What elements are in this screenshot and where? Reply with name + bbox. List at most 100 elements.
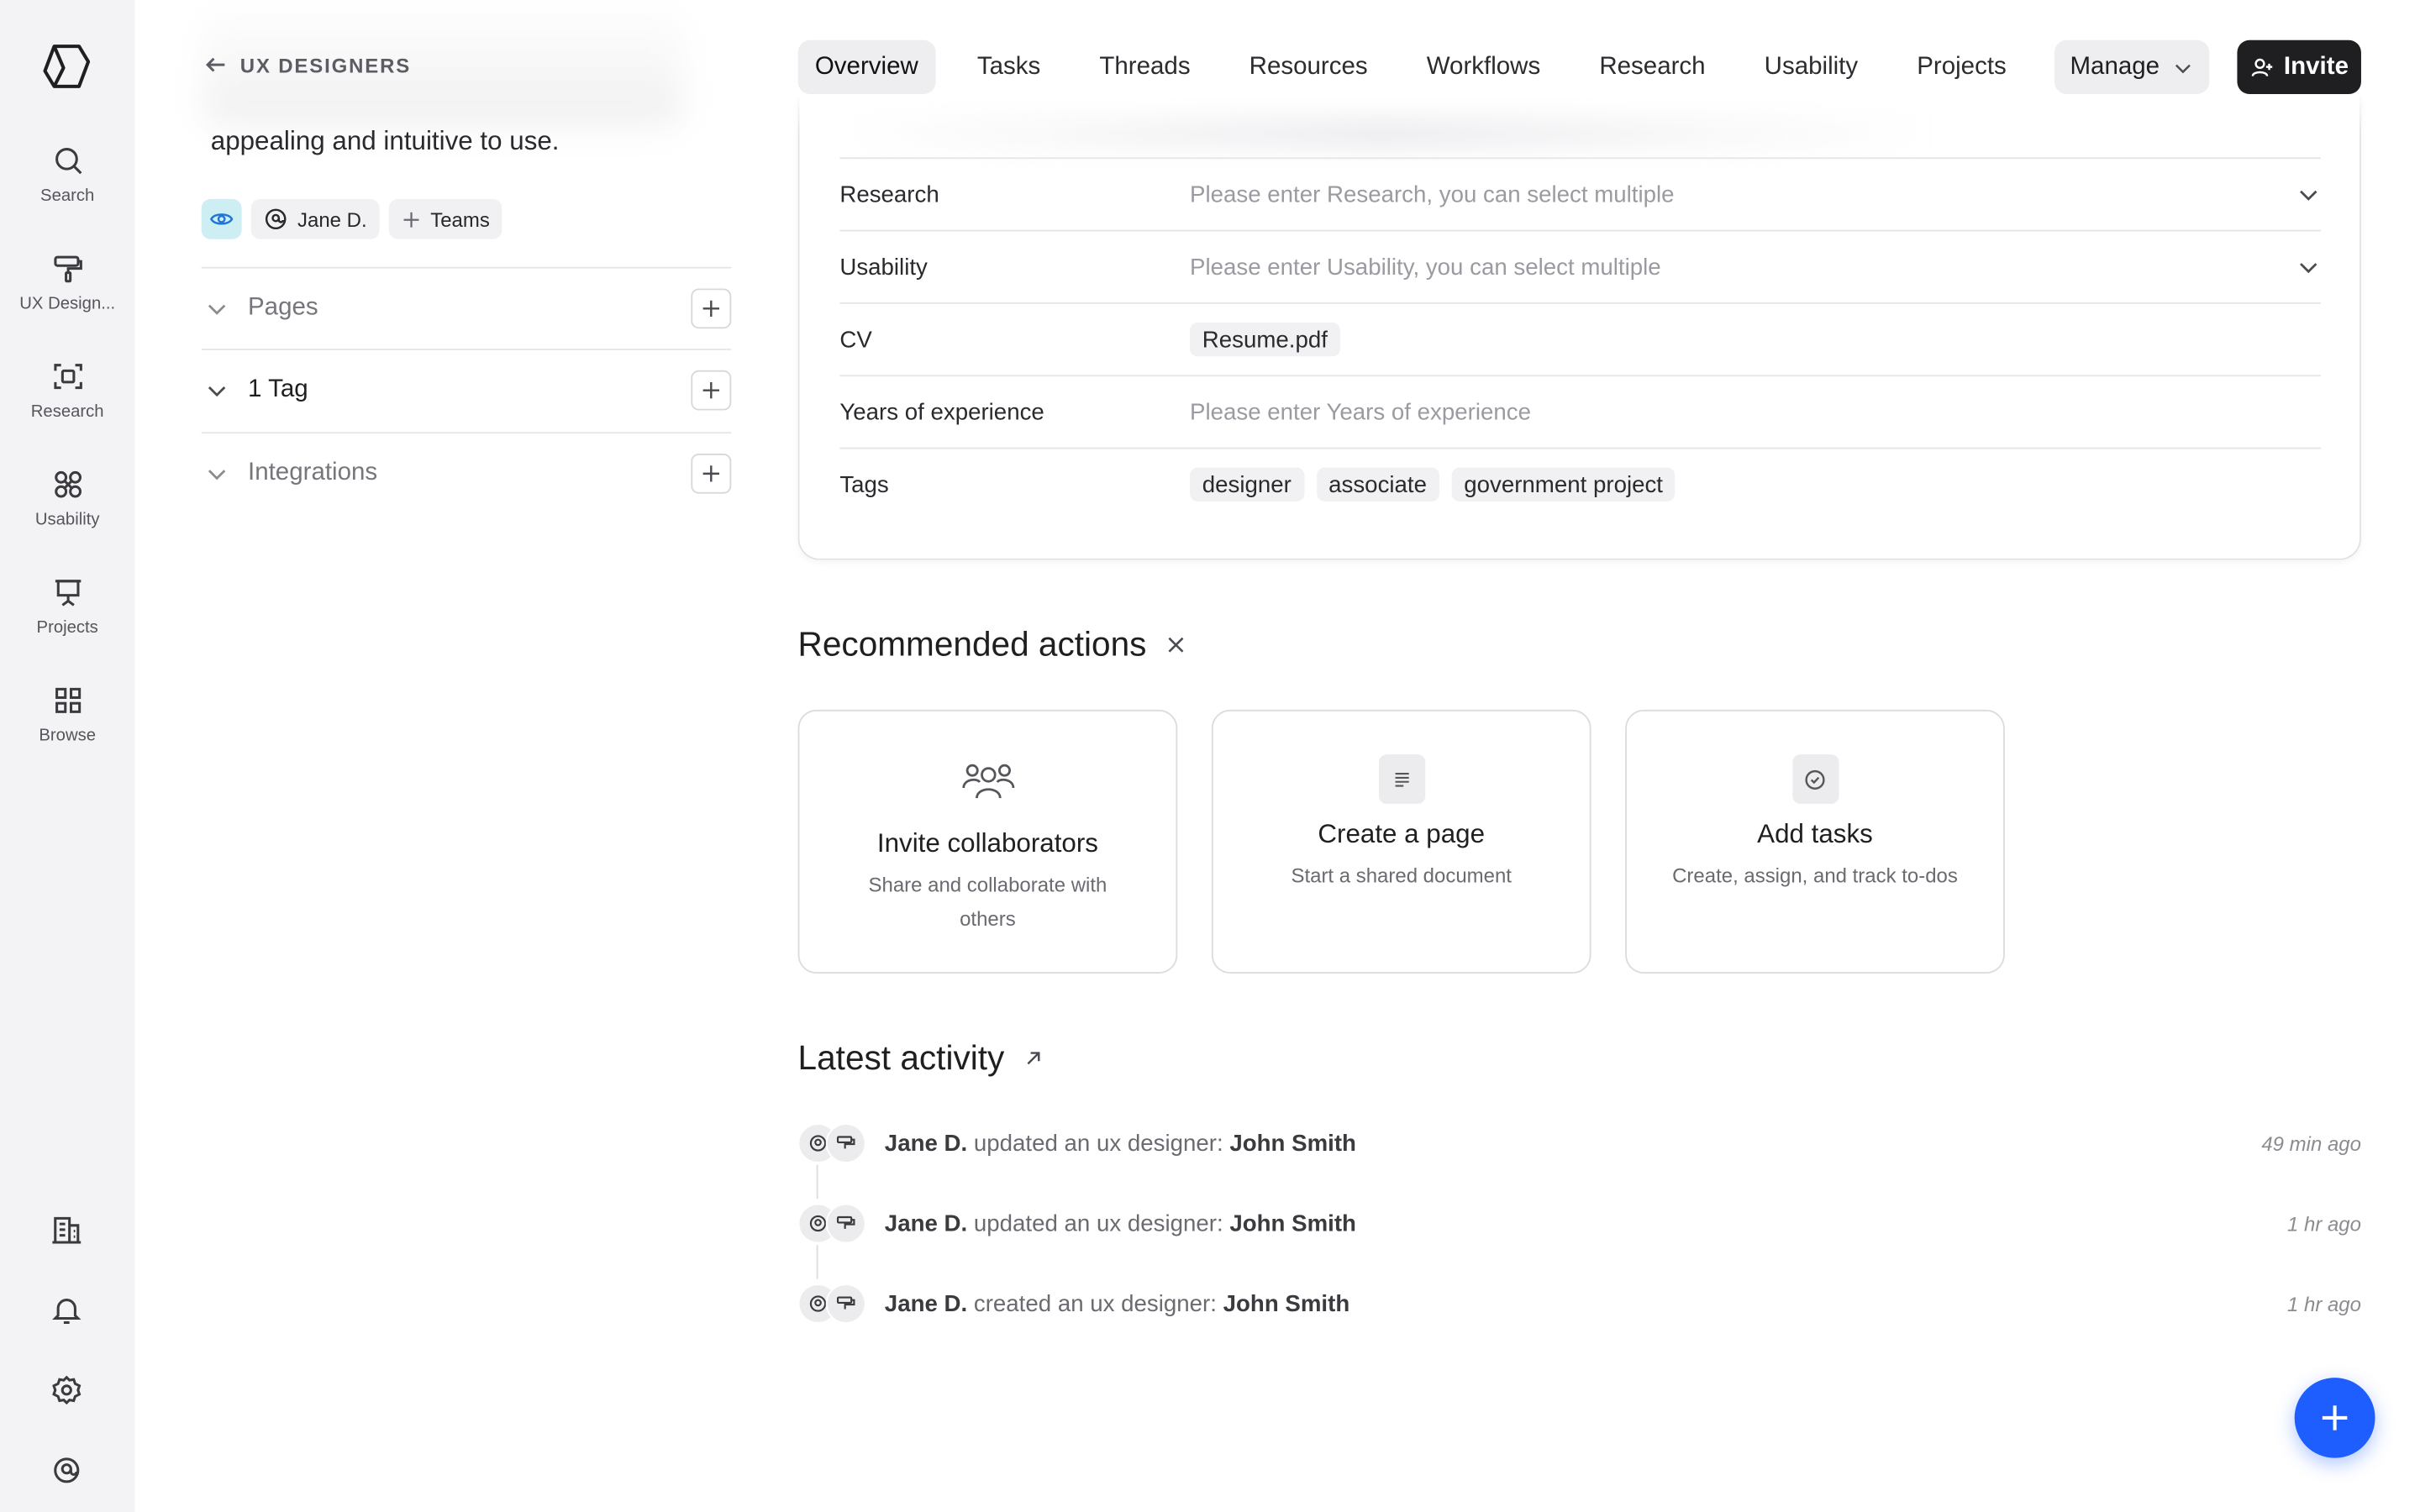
rail-item-usability[interactable]: Usability (0, 468, 134, 560)
field-label: Research (839, 181, 939, 208)
activity-text: Jane D. updated an ux designer: John Smi… (884, 1210, 1356, 1237)
activity-item[interactable]: Jane D. created an ux designer: John Smi… (797, 1282, 2361, 1325)
invite-button[interactable]: Invite (2237, 39, 2361, 95)
activity-time: 1 hr ago (2286, 1292, 2361, 1315)
paint-roller-icon (825, 1284, 866, 1324)
app-logo-icon[interactable] (40, 40, 93, 92)
teams-chip[interactable]: Teams (388, 198, 502, 239)
chevron-down-icon (2175, 63, 2191, 73)
search-icon (55, 148, 82, 175)
record-description: appealing and intuitive to use. (210, 126, 560, 156)
activity-heading[interactable]: Latest activity (798, 1038, 1045, 1079)
plus-icon (702, 300, 719, 317)
settings-icon[interactable] (50, 1373, 84, 1407)
research-select[interactable]: Please enter Research, you can select mu… (1190, 181, 2296, 207)
usability-select[interactable]: Please enter Usability, you can select m… (1190, 254, 2296, 280)
tag-pill[interactable]: government project (1451, 467, 1676, 501)
back-link[interactable]: UX DESIGNERS (203, 52, 412, 76)
activity-item[interactable]: Jane D. updated an ux designer: John Smi… (797, 1121, 2361, 1164)
field-label: Years of experience (839, 398, 1044, 426)
recommended-heading: Recommended actions (798, 625, 1187, 665)
eye-icon (209, 213, 234, 225)
rail-item-label: Browse (39, 727, 97, 746)
command-icon (54, 470, 82, 498)
chevron-down-icon (208, 304, 226, 315)
close-icon[interactable] (1165, 634, 1187, 656)
check-circle-icon (1791, 754, 1839, 804)
manage-button[interactable]: Manage (2054, 39, 2210, 95)
tag-pill[interactable]: associate (1316, 467, 1439, 501)
card-subtitle: Start a shared document (1291, 864, 1512, 888)
building-icon[interactable] (50, 1213, 84, 1247)
tab-projects[interactable]: Projects (1900, 40, 2023, 94)
add-tasks-card[interactable]: Add tasks Create, assign, and track to-d… (1625, 709, 2005, 974)
create-page-card[interactable]: Create a page Start a shared document (1211, 709, 1591, 974)
document-icon (1378, 754, 1425, 804)
tags-value: designer associate government project (1190, 467, 2321, 501)
field-placeholder: Please enter Years of experience (1190, 398, 1531, 426)
user-circle-icon[interactable] (50, 1453, 84, 1487)
rail-item-research[interactable]: Research (0, 360, 134, 452)
card-title: Add tasks (1757, 819, 1873, 849)
top-nav: Overview Tasks Threads Resources Workflo… (797, 39, 2049, 95)
activity-text: Jane D. created an ux designer: John Smi… (884, 1290, 1350, 1317)
field-row-usability: Usability Please enter Usability, you ca… (839, 229, 2322, 302)
record-chips: Jane D. Teams (201, 198, 502, 239)
cv-value: Resume.pdf (1190, 322, 2321, 357)
section-tags[interactable]: 1 Tag (201, 349, 732, 430)
file-pill[interactable]: Resume.pdf (1190, 322, 1340, 357)
field-row-cv: CV Resume.pdf (839, 302, 2322, 375)
chevron-down-icon[interactable] (2296, 182, 2322, 207)
chevron-down-icon[interactable] (2296, 255, 2322, 279)
rail-item-ux-designers[interactable]: UX Design... (0, 251, 134, 344)
user-plus-icon (2251, 57, 2273, 76)
left-rail: Search UX Design... Research Usability P… (0, 0, 135, 1512)
rail-item-browse[interactable]: Browse (0, 684, 134, 776)
invite-collaborators-card[interactable]: Invite collaborators Share and collabora… (797, 709, 1178, 974)
create-fab-button[interactable] (2294, 1378, 2375, 1458)
section-label: Pages (248, 294, 318, 322)
tab-usability[interactable]: Usability (1747, 40, 1875, 94)
tab-tasks[interactable]: Tasks (960, 40, 1058, 94)
card-subtitle: Create, assign, and track to-dos (1672, 864, 1958, 888)
tab-resources[interactable]: Resources (1232, 40, 1385, 94)
tab-threads[interactable]: Threads (1082, 40, 1207, 94)
rail-item-projects[interactable]: Projects (0, 575, 134, 668)
activity-item[interactable]: Jane D. updated an ux designer: John Smi… (797, 1202, 2361, 1245)
section-pages[interactable]: Pages (201, 266, 732, 349)
tab-overview[interactable]: Overview (797, 39, 936, 95)
field-placeholder: Please enter Research, you can select mu… (1190, 181, 1675, 208)
bell-icon[interactable] (50, 1293, 84, 1326)
owner-chip-label: Jane D. (297, 207, 367, 231)
activity-time: 49 min ago (2261, 1131, 2361, 1155)
field-row-tags: Tags designer associate government proje… (839, 447, 2322, 520)
paint-roller-icon (53, 255, 82, 283)
card-title: Invite collaborators (876, 828, 1098, 858)
field-label: CV (839, 326, 872, 353)
owner-chip[interactable]: Jane D. (250, 198, 380, 239)
paint-roller-icon (825, 1123, 866, 1163)
add-integration-button[interactable] (691, 453, 732, 494)
section-integrations[interactable]: Integrations (201, 432, 732, 513)
rail-item-search[interactable]: Search (0, 144, 134, 236)
scan-icon (53, 364, 82, 390)
chevron-down-icon (208, 386, 226, 397)
rail-item-label: UX Design... (19, 294, 116, 313)
tab-research[interactable]: Research (1582, 40, 1723, 94)
experience-input[interactable]: Please enter Years of experience (1190, 399, 2321, 425)
rail-item-label: Projects (36, 618, 98, 638)
add-page-button[interactable] (691, 288, 732, 329)
field-label: Tags (839, 471, 889, 498)
add-tag-button[interactable] (691, 370, 732, 411)
grid-icon (55, 687, 81, 713)
visibility-chip[interactable] (201, 198, 242, 239)
plus-icon (702, 382, 719, 399)
paint-roller-icon (825, 1203, 866, 1244)
card-title: Create a page (1318, 819, 1486, 849)
tab-workflows[interactable]: Workflows (1409, 40, 1557, 94)
details-card: Research Please enter Research, you can … (797, 95, 2361, 560)
teams-chip-label: Teams (430, 207, 490, 231)
tag-pill[interactable]: designer (1190, 467, 1304, 501)
activity-title: Latest activity (797, 1038, 1005, 1078)
field-row-research: Research Please enter Research, you can … (839, 157, 2322, 229)
